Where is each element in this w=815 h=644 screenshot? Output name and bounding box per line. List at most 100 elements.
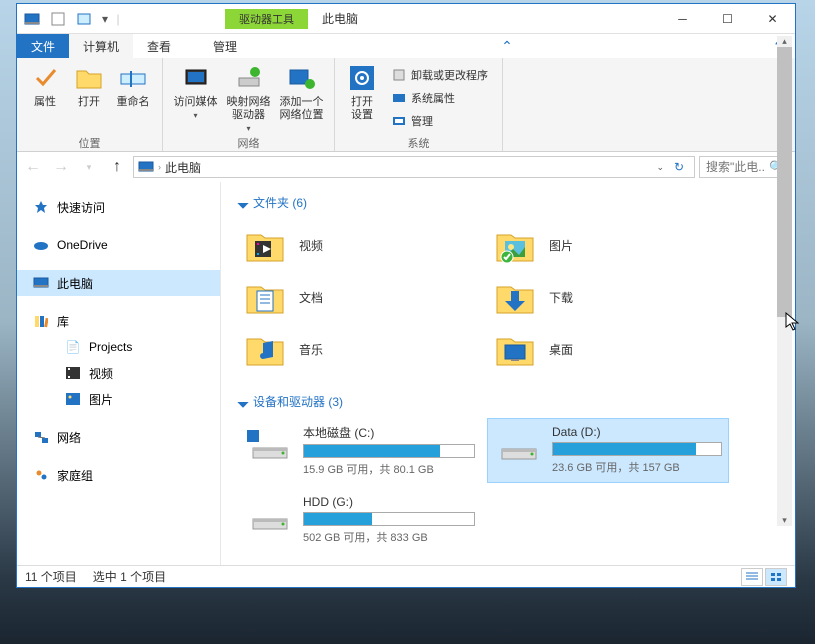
picture-icon: [65, 391, 81, 407]
pc-icon: [33, 275, 49, 291]
network-icon: [33, 429, 49, 445]
titlebar: ▾ | 驱动器工具 此电脑 ─ ☐ ✕: [17, 4, 795, 34]
settings-icon: [346, 62, 378, 94]
nav-homegroup[interactable]: 家庭组: [17, 462, 220, 488]
tab-view[interactable]: 查看: [133, 34, 185, 58]
system-properties-button[interactable]: 系统属性: [387, 87, 492, 109]
folder-name: 图片: [549, 237, 573, 254]
window-title: 此电脑: [322, 10, 358, 27]
nav-videos[interactable]: 视频: [17, 360, 220, 386]
address-bar: ← → ▾ ↑ › 此电脑 ⌄ ↻ 🔍: [17, 152, 795, 182]
pictures-folder-icon: [493, 223, 537, 267]
context-tab-drive-tools: 驱动器工具: [225, 9, 308, 29]
folder-name: 下载: [549, 289, 573, 306]
refresh-icon[interactable]: ↻: [668, 160, 690, 174]
tab-file[interactable]: 文件: [17, 34, 69, 58]
back-button[interactable]: ←: [21, 155, 45, 179]
documents-folder-icon: [243, 275, 287, 319]
folder-item[interactable]: 下载: [489, 271, 739, 323]
address-input[interactable]: › 此电脑 ⌄ ↻: [133, 156, 695, 178]
address-dropdown-icon[interactable]: ⌄: [656, 162, 664, 173]
open-button[interactable]: 打开: [67, 62, 111, 109]
nav-this-pc[interactable]: 此电脑: [17, 270, 220, 296]
nav-quick-access[interactable]: 快速访问: [17, 194, 220, 220]
qat-dropdown-icon[interactable]: ▾: [99, 8, 111, 30]
maximize-button[interactable]: ☐: [705, 5, 750, 33]
network-drive-icon: [233, 62, 265, 94]
details-view-button[interactable]: [741, 568, 763, 586]
vertical-scrollbar[interactable]: ▴ ▾: [777, 182, 792, 526]
nav-libraries[interactable]: 库: [17, 308, 220, 334]
music-folder-icon: [243, 327, 287, 371]
qat-divider: |: [115, 8, 121, 30]
homegroup-icon: [33, 467, 49, 483]
video-folder-icon: [243, 223, 287, 267]
navigation-pane: 快速访问 OneDrive 此电脑 库 📄 Projects: [17, 182, 221, 565]
manage-button[interactable]: 管理: [387, 110, 492, 132]
up-button[interactable]: ↑: [105, 155, 129, 179]
uninstall-button[interactable]: 卸载或更改程序: [387, 64, 492, 86]
nav-projects[interactable]: 📄 Projects: [17, 334, 220, 360]
drive-icon: [245, 424, 293, 464]
system-props-icon: [391, 90, 407, 106]
drive-stats: 15.9 GB 可用，共 80.1 GB: [303, 461, 475, 477]
folder-name: 桌面: [549, 341, 573, 358]
qat-item[interactable]: [47, 8, 69, 30]
drive-stats: 502 GB 可用，共 833 GB: [303, 529, 475, 545]
close-button[interactable]: ✕: [750, 5, 795, 33]
folder-item[interactable]: 图片: [489, 219, 739, 271]
system-menu-icon[interactable]: [21, 8, 43, 30]
library-icon: [33, 313, 49, 329]
drive-name: Data (D:): [552, 425, 722, 439]
ribbon: 属性 打开 重命名 位置 访问媒体 ▾: [17, 58, 795, 152]
folder-item[interactable]: 文档: [239, 271, 489, 323]
folders-header[interactable]: 文件夹 (6): [239, 194, 777, 211]
drive-stats: 23.6 GB 可用，共 157 GB: [552, 459, 722, 475]
drive-usage-bar: [552, 442, 722, 456]
nav-pictures[interactable]: 图片: [17, 386, 220, 412]
recent-dropdown-icon[interactable]: ▾: [77, 155, 101, 179]
desktop-folder-icon: [493, 327, 537, 371]
content-pane: 文件夹 (6) 视频 图片文档 下载音乐 桌面 设备和驱动器 (3) 本地磁盘 (C:…: [221, 182, 795, 565]
rename-button[interactable]: 重命名: [111, 62, 155, 109]
media-icon: [180, 62, 212, 94]
drive-name: 本地磁盘 (C:): [303, 424, 475, 441]
film-icon: [65, 365, 81, 381]
quick-access-toolbar: ▾ |: [17, 8, 125, 30]
rename-icon: [117, 62, 149, 94]
qat-item[interactable]: [73, 8, 95, 30]
drive-item[interactable]: Data (D:) 23.6 GB 可用，共 157 GB: [487, 418, 729, 483]
drive-name: HDD (G:): [303, 495, 475, 509]
ribbon-group-label: 系统: [335, 135, 502, 151]
nav-network[interactable]: 网络: [17, 424, 220, 450]
folder-item[interactable]: 视频: [239, 219, 489, 271]
explorer-window: ▾ | 驱动器工具 此电脑 ─ ☐ ✕ 文件 计算机 查看 管理 ⌃ ? 属性: [16, 3, 796, 588]
status-bar: 11 个项目 选中 1 个项目: [17, 565, 795, 587]
drives-header[interactable]: 设备和驱动器 (3): [239, 393, 777, 410]
search-input[interactable]: [706, 160, 766, 174]
forward-button[interactable]: →: [49, 155, 73, 179]
map-drive-button[interactable]: 映射网络 驱动器 ▾: [222, 62, 275, 133]
add-network-location-button[interactable]: 添加一个 网络位置: [275, 62, 328, 122]
collapse-ribbon-icon[interactable]: ⌃: [499, 34, 523, 58]
ribbon-tabs: 文件 计算机 查看 管理 ⌃ ?: [17, 34, 795, 58]
pc-icon: [138, 159, 154, 175]
body: 快速访问 OneDrive 此电脑 库 📄 Projects: [17, 182, 795, 565]
folder-name: 文档: [299, 289, 323, 306]
checkmark-icon: [29, 62, 61, 94]
tab-manage[interactable]: 管理: [199, 34, 251, 58]
properties-button[interactable]: 属性: [23, 62, 67, 109]
star-icon: [33, 199, 49, 215]
icons-view-button[interactable]: [765, 568, 787, 586]
tab-computer[interactable]: 计算机: [69, 34, 133, 58]
nav-onedrive[interactable]: OneDrive: [17, 232, 220, 258]
folder-item[interactable]: 桌面: [489, 323, 739, 375]
ribbon-group-label: 网络: [163, 135, 334, 151]
drive-item[interactable]: HDD (G:) 502 GB 可用，共 833 GB: [239, 489, 481, 551]
minimize-button[interactable]: ─: [660, 5, 705, 33]
open-settings-button[interactable]: 打开 设置: [341, 62, 383, 122]
access-media-button[interactable]: 访问媒体 ▾: [169, 62, 222, 120]
folder-open-icon: [73, 62, 105, 94]
folder-item[interactable]: 音乐: [239, 323, 489, 375]
drive-item[interactable]: 本地磁盘 (C:) 15.9 GB 可用，共 80.1 GB: [239, 418, 481, 483]
